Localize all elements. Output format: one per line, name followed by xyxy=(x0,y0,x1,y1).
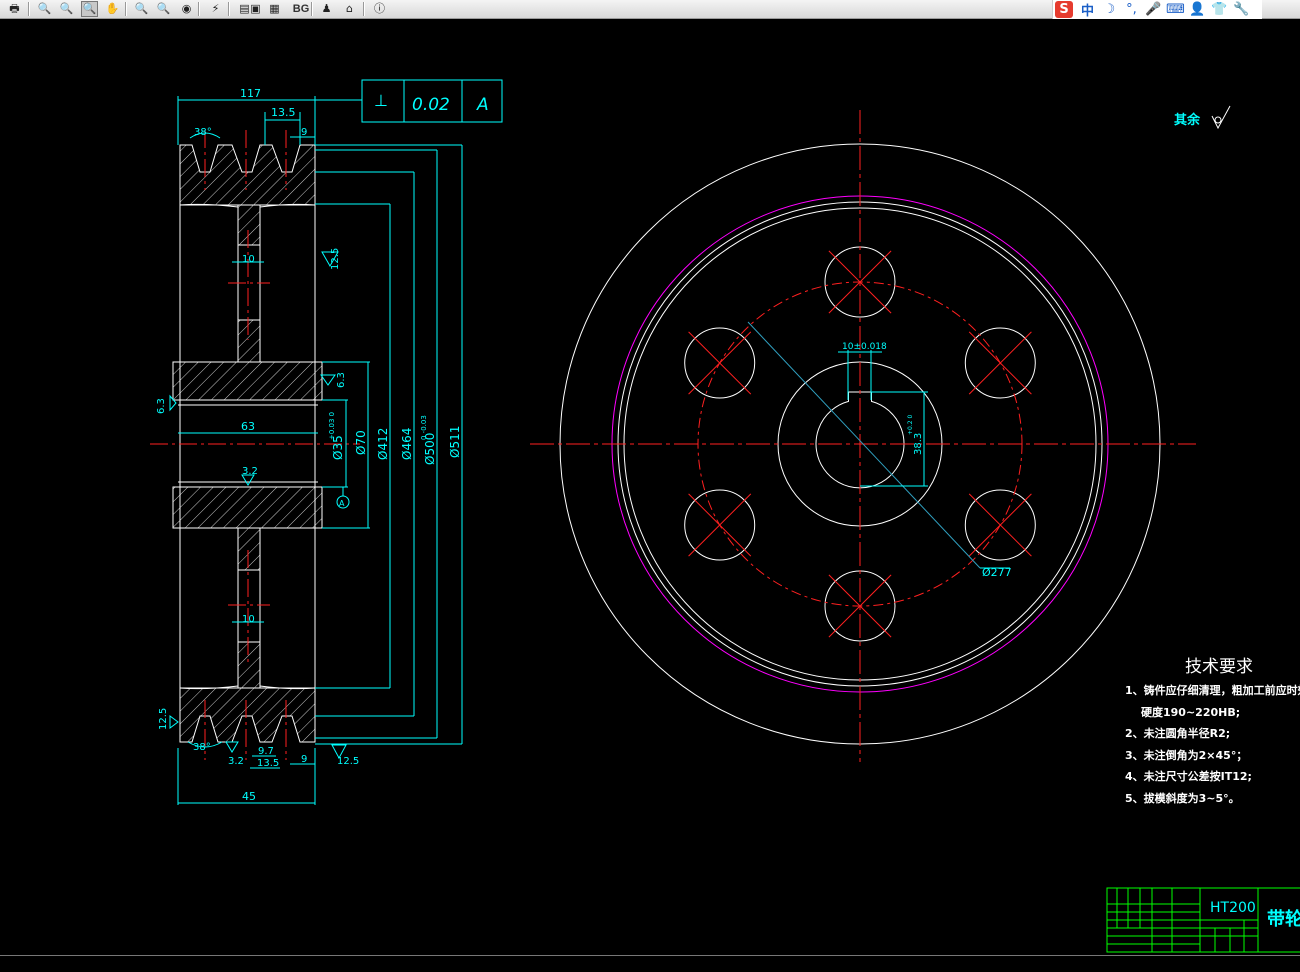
toolbar-separator xyxy=(363,2,365,16)
ime-mic-icon[interactable]: 🎤 xyxy=(1145,1,1162,18)
ime-punctuation-icon[interactable]: °, xyxy=(1123,1,1140,18)
toolbar-separator xyxy=(28,2,30,16)
toolbar: 🖶 🔍 🔍 🔍 ✋ 🔍 🔍 ◉ ⚡ ▤ ▦ ▣ ♟ ⌂ ⓘ BG S 中 ☽ °, 🎤 ⌨ 👤 👕 🔧 xyxy=(0,0,1300,19)
groove-angle-dim: 38° xyxy=(194,127,212,138)
ime-logo-icon[interactable]: S xyxy=(1055,1,1073,18)
status-strip xyxy=(0,955,1300,972)
background-icon[interactable]: ▣ xyxy=(247,1,264,17)
bottom-edge-dim: 9 xyxy=(301,754,307,765)
datum-label: A xyxy=(339,499,345,508)
tech-requirements-title: 技术要求 xyxy=(1185,657,1253,677)
roughness-left-hub: 6.3 xyxy=(156,398,167,414)
ime-settings-icon[interactable]: 🔧 xyxy=(1233,1,1250,18)
front-view xyxy=(530,110,1196,762)
view-3d-icon[interactable]: ◉ xyxy=(178,1,195,17)
groove-edge-dim: 9 xyxy=(301,127,307,138)
bore-roughness: 3.2 xyxy=(242,466,258,477)
roughness-note: 其余 xyxy=(1174,105,1231,130)
ime-chinese-mode-button[interactable]: 中 xyxy=(1079,1,1096,19)
dia-hub: Ø70 xyxy=(354,430,368,455)
bottom-angle-dim: 38° xyxy=(193,742,211,753)
web-thickness-dim-upper: 10 xyxy=(242,254,255,265)
ime-moon-icon[interactable]: ☽ xyxy=(1101,1,1118,18)
hub-section-lower xyxy=(172,486,323,529)
other-surfaces-label: 其余 xyxy=(1174,112,1201,128)
bore-length-dim: 63 xyxy=(241,420,255,433)
top-width-dim: 117 xyxy=(240,87,261,100)
layout-icon[interactable]: ▦ xyxy=(266,1,283,17)
roughness-hub: 6.3 xyxy=(336,372,347,388)
zoom-extents-icon[interactable]: 🔍 xyxy=(133,1,150,17)
overall-width-dim: 45 xyxy=(242,790,256,803)
tech-requirement-4: 4、未注尺寸公差按IT12; xyxy=(1125,769,1252,783)
tech-requirement-2: 2、未注圆角半径R2; xyxy=(1125,726,1230,740)
tech-requirement-1b: 硬度190~220HB; xyxy=(1141,705,1240,719)
tolerance-datum: A xyxy=(476,95,489,115)
toolbar-separator xyxy=(125,2,127,16)
toolbar-separator xyxy=(198,2,200,16)
background-button[interactable]: BG xyxy=(291,1,311,17)
info-icon[interactable]: ⓘ xyxy=(371,1,388,17)
tolerance-symbol: ⊥ xyxy=(374,91,388,110)
ime-keyboard-icon[interactable]: ⌨ xyxy=(1166,1,1185,18)
title-block-material: HT200 xyxy=(1210,900,1256,916)
bottom-roughness-right: 12.5 xyxy=(337,756,359,767)
groove-pitch-dim: 13.5 xyxy=(271,106,296,119)
zoom-window-icon[interactable]: 🔍 xyxy=(81,1,98,17)
dia-pitch-tol: 0 -0.03 xyxy=(420,415,428,440)
tech-requirements: 技术要求 1、铸件应仔细清理，粗加工前应时效处 硬度190~220HB; 2、未… xyxy=(1125,657,1300,805)
zoom-previous-icon[interactable]: 🔍 xyxy=(155,1,172,17)
bottom-left-roughness: 12.5 xyxy=(158,708,169,730)
title-block-name: 带轮 xyxy=(1267,908,1300,930)
keyway-depth-tol: +0.2 0 xyxy=(907,415,914,435)
keyway-width-dim: 10±0.018 xyxy=(842,342,887,352)
web-thickness-dim-lower: 10 xyxy=(242,614,255,625)
zoom-out-icon[interactable]: 🔍 xyxy=(36,1,53,17)
print-icon[interactable]: 🖶 xyxy=(6,1,23,17)
hole-circle-dim: Ø277 xyxy=(982,566,1012,579)
bottom-pitch-dim: 13.5 xyxy=(257,758,279,769)
bottom-small-dim: 9.7 xyxy=(258,746,274,757)
dia-outer: Ø511 xyxy=(448,426,462,458)
lower-rim-section xyxy=(179,687,316,743)
keyway-depth-dim: 38.3 xyxy=(913,433,924,455)
toolbar-separator xyxy=(311,2,313,16)
upper-rim-section xyxy=(179,144,316,206)
hub-section-upper xyxy=(172,361,323,401)
tolerance-value: 0.02 xyxy=(412,95,450,115)
toolbar-separator xyxy=(228,2,230,16)
tech-requirement-1: 1、铸件应仔细清理，粗加工前应时效处 xyxy=(1125,683,1300,697)
bottom-roughness-left: 3.2 xyxy=(228,756,244,767)
zoom-in-icon[interactable]: 🔍 xyxy=(58,1,75,17)
dia-bore-tol: +0.03 0 xyxy=(328,412,336,440)
tech-requirement-3: 3、未注倒角为2×45°； xyxy=(1125,748,1247,762)
roughness-side: 12.5 xyxy=(330,248,341,270)
dia-rim-inner: Ø412 xyxy=(376,428,390,460)
ime-user-icon[interactable]: 👤 xyxy=(1189,1,1206,18)
zoom-realtime-icon[interactable]: ✋ xyxy=(104,1,121,17)
ime-toolbar: S 中 ☽ °, 🎤 ⌨ 👤 👕 🔧 xyxy=(1052,0,1262,19)
ime-skin-icon[interactable]: 👕 xyxy=(1211,1,1228,18)
pan-icon[interactable]: ⚡ xyxy=(207,1,224,17)
cad-drawing-canvas[interactable]: 117 13.5 38° 9 ⊥ 0.02 A 10 10 12.5 6.3 6… xyxy=(0,19,1300,955)
home-icon[interactable]: ⌂ xyxy=(341,1,358,17)
dia-rim-mid: Ø464 xyxy=(400,428,414,460)
user-icon[interactable]: ♟ xyxy=(318,1,335,17)
tech-requirement-5: 5、拔模斜度为3~5°。 xyxy=(1125,791,1240,805)
front-dimensions xyxy=(747,321,1010,569)
